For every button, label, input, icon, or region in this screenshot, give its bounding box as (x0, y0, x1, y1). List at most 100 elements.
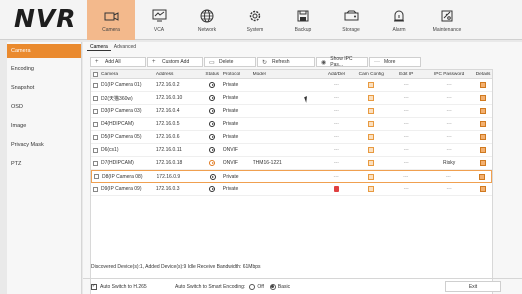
add-all-button[interactable]: + Add All (90, 57, 146, 67)
tab-camera[interactable]: Camera (87, 43, 111, 51)
sidebar-item-camera[interactable]: Camera (7, 44, 81, 58)
edit-config-icon[interactable] (368, 108, 375, 114)
row-checkbox[interactable] (93, 186, 98, 192)
row-checkbox[interactable] (93, 121, 98, 127)
protocol-cell: Private (222, 108, 239, 114)
delete-button[interactable]: ▭ Delete (204, 57, 256, 67)
smart-encoding-off-radio[interactable]: Off (249, 283, 264, 290)
edit-config-icon[interactable] (367, 173, 374, 180)
table-row[interactable]: D3(IP Camera 03) 172.16.0.4 Private --- --- -… (91, 105, 492, 118)
play-status-icon[interactable] (209, 121, 216, 127)
details-icon[interactable] (480, 108, 487, 114)
protocol-cell: ONVIF (222, 160, 238, 166)
table-row[interactable]: D1(IP Camera 01) 172.16.0.2 Private --- --- -… (91, 79, 492, 92)
table-row[interactable]: D8(IP Camera 08) 172.16.0.9 Private --- --- -… (91, 170, 492, 183)
row-checkbox[interactable] (93, 95, 98, 101)
row-checkbox[interactable] (94, 174, 99, 179)
details-cell (474, 82, 492, 88)
show-ipc-password-button[interactable]: ◉ Show IPC Pas... (316, 56, 368, 68)
sidebar-item-ptz[interactable]: PTZ (7, 155, 81, 174)
table-row[interactable]: D6(cs1) 172.16.0.11 ONVIF --- --- --- (91, 144, 492, 157)
play-status-icon[interactable] (209, 108, 216, 114)
details-icon[interactable] (480, 121, 487, 127)
table-row[interactable]: D5(IP Camera 05) 172.16.0.6 Private --- --- -… (91, 131, 492, 144)
table-row[interactable]: D7(HDIPCAM) 172.16.0.18 ONVIF THM16-1221 ---… (91, 157, 492, 170)
edit-config-icon[interactable] (368, 134, 375, 140)
play-status-icon[interactable] (209, 134, 216, 140)
camera-icon (103, 7, 120, 24)
details-icon[interactable] (480, 186, 487, 192)
table-row[interactable]: D2(天猫360w) 172.16.0.10 Private --- --- --- (91, 92, 492, 105)
edit-config-icon[interactable] (368, 82, 375, 88)
camera-name: D3(IP Camera 03) (101, 108, 142, 114)
play-status-icon[interactable] (209, 82, 216, 88)
details-icon[interactable] (479, 173, 486, 180)
details-icon[interactable] (480, 82, 487, 88)
edit-config-icon[interactable] (368, 95, 375, 101)
more-button[interactable]: ··· More (369, 57, 421, 67)
custom-add-button[interactable]: + Custom Add (147, 57, 203, 67)
exit-button[interactable]: Exit (445, 281, 501, 292)
nav-alarm[interactable]: Alarm (375, 0, 423, 40)
ipc-password-cell: --- (446, 108, 452, 114)
col-model: Model (252, 71, 266, 77)
refresh-button[interactable]: ↻ Refresh (257, 57, 315, 67)
col-protocol: Protocol (222, 71, 241, 77)
auto-h265-toggle[interactable]: ✓ Auto Switch to H.265 (91, 283, 175, 290)
details-cell (474, 160, 492, 166)
edit-ip-cell: --- (403, 121, 409, 127)
nav-system[interactable]: System (231, 0, 279, 40)
sidebar-item-encoding[interactable]: Encoding (7, 60, 81, 79)
play-status-icon[interactable] (209, 147, 216, 153)
delete-icon[interactable] (333, 186, 339, 192)
camera-cell: D1(IP Camera 01) (91, 82, 156, 88)
details-cell (474, 108, 492, 114)
play-status-icon[interactable] (209, 186, 216, 192)
address-cell: 172.16.0.2 (155, 82, 180, 88)
sidebar-item-snapshot[interactable]: Snapshot (7, 79, 81, 98)
sidebar-item-privacy-mask[interactable]: Privacy Mask (7, 136, 81, 155)
add-del-cell: --- (333, 121, 339, 127)
row-checkbox[interactable] (93, 82, 98, 88)
play-status-icon[interactable] (209, 95, 216, 101)
table-row[interactable]: D9(IP Camera 09) 172.16.0.3 Private --- --- (91, 183, 492, 196)
protocol-cell: Private (222, 82, 239, 88)
camera-cell: D7(HDIPCAM) (91, 160, 156, 166)
play-status-icon[interactable] (209, 173, 216, 180)
edit-config-icon[interactable] (368, 160, 375, 166)
sidebar-item-osd[interactable]: OSD (7, 98, 81, 117)
camera-cell: D6(cs1) (91, 147, 156, 153)
nav-storage[interactable]: Storage (327, 0, 375, 40)
nav-backup[interactable]: Backup (279, 0, 327, 40)
nav-network[interactable]: Network (183, 0, 231, 40)
sidebar-item-image[interactable]: Image (7, 117, 81, 136)
details-icon[interactable] (480, 134, 487, 140)
nav-label: Backup (294, 27, 312, 33)
select-all-checkbox[interactable] (93, 71, 98, 77)
edit-config-icon[interactable] (368, 186, 375, 192)
status-cell (202, 95, 223, 101)
nav-vca[interactable]: VCA (135, 0, 183, 40)
row-checkbox[interactable] (93, 147, 98, 153)
top-bar: NVR Camera VCA Network System Backup Sto… (0, 0, 522, 40)
nav-maintenance[interactable]: Maintenance (423, 0, 471, 40)
play-status-icon[interactable] (209, 160, 216, 166)
ipc-password-cell: Risky (442, 160, 456, 166)
table-row[interactable]: D4(HDIPCAM) 172.16.0.5 Private --- --- --- (91, 118, 492, 131)
smart-encoding-basic-radio[interactable]: Basic (269, 283, 290, 290)
row-checkbox[interactable] (93, 134, 98, 140)
row-checkbox[interactable] (93, 160, 98, 166)
details-icon[interactable] (480, 160, 487, 166)
details-icon[interactable] (480, 95, 487, 101)
details-cell (474, 147, 492, 153)
edit-config-icon[interactable] (368, 147, 375, 153)
details-icon[interactable] (480, 147, 487, 153)
nav-label: Camera (102, 27, 120, 33)
edit-config-icon[interactable] (368, 121, 375, 127)
add-del-cell: --- (333, 147, 339, 153)
nav-camera[interactable]: Camera (87, 0, 135, 40)
tab-advanced[interactable]: Advanced (111, 43, 139, 51)
row-checkbox[interactable] (93, 108, 98, 114)
nav-label: VCA (153, 27, 165, 33)
add-all-label: Add All (105, 59, 121, 65)
